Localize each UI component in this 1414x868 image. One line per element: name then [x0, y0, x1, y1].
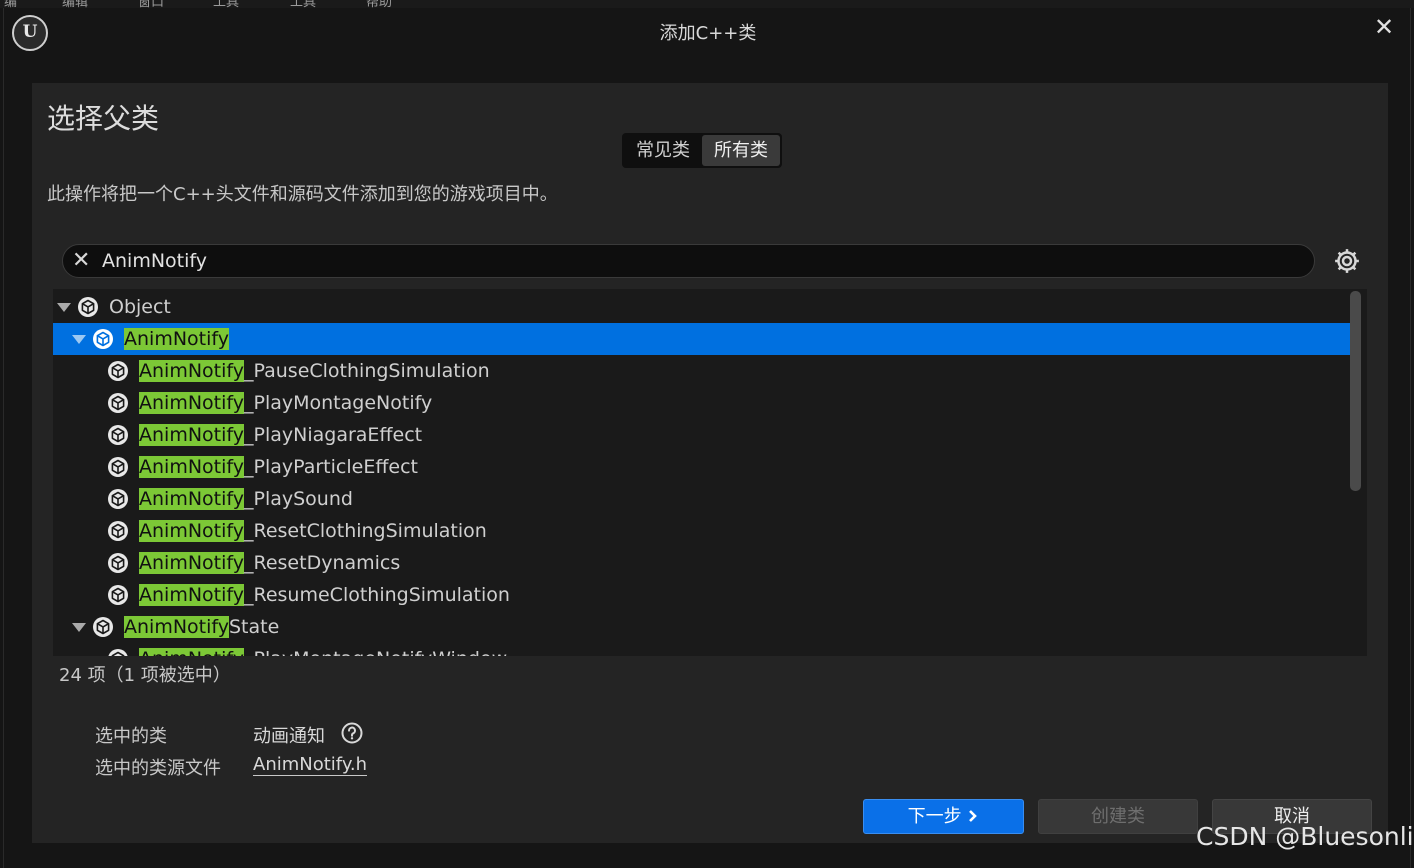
tree-row[interactable]: AnimNotify_PauseClothingSimulation [53, 355, 1350, 387]
class-name-suffix: _PlayParticleEffect [244, 456, 419, 478]
class-name-suffix: State [229, 616, 280, 638]
tree-row[interactable]: AnimNotify_ResumeClothingSimulation [53, 579, 1350, 611]
tree-row[interactable]: AnimNotify_PlaySound [53, 483, 1350, 515]
class-cube-icon [107, 360, 129, 382]
tree-row[interactable]: AnimNotify_ResetDynamics [53, 547, 1350, 579]
class-name-suffix: _PlayNiagaraEffect [244, 424, 423, 446]
description-text: 此操作将把一个C++头文件和源码文件添加到您的游戏项目中。 [47, 184, 558, 205]
class-cube-icon [92, 616, 114, 638]
search-match-highlight: AnimNotify [139, 360, 244, 382]
menu-item[interactable]: 编辑 [62, 0, 88, 8]
add-cpp-class-window: U 添加C++类 ✕ 选择父类 常见类 所有类 此操作将把一个C++头文件和源码… [3, 8, 1411, 868]
class-cube-icon [107, 424, 129, 446]
selected-file-value: AnimNotify.h [253, 754, 368, 776]
class-search-box: ✕ [62, 244, 1315, 278]
window-title: 添加C++类 [659, 23, 757, 44]
expand-arrow-icon[interactable] [57, 303, 71, 312]
selected-class-value: 动画通知 [253, 726, 325, 747]
source-file-link[interactable]: AnimNotify.h [253, 754, 368, 776]
search-match-highlight: AnimNotify [124, 616, 229, 638]
class-cube-icon [107, 488, 129, 510]
tree-row-label: AnimNotify_PlayMontageNotifyWindow [139, 643, 507, 656]
class-cube-icon [107, 584, 129, 606]
item-count: 24 项（1 项被选中） [59, 665, 231, 686]
class-name-suffix: Object [109, 296, 171, 318]
next-button[interactable]: 下一步 [863, 799, 1024, 834]
top-menu-strip: 编 编辑 窗口 工具 工具 帮助 [0, 0, 1414, 8]
tab-all-classes[interactable]: 所有类 [702, 135, 780, 166]
chevron-right-icon [969, 810, 978, 822]
tree-row-label: AnimNotify_PauseClothingSimulation [139, 355, 490, 387]
tree-row[interactable]: AnimNotify_PlayParticleEffect [53, 451, 1350, 483]
search-input[interactable] [102, 248, 1302, 274]
search-match-highlight: AnimNotify [124, 328, 229, 350]
selected-file-label: 选中的类源文件 [95, 758, 221, 779]
class-cube-icon [107, 520, 129, 542]
expand-arrow-icon[interactable] [72, 335, 86, 344]
class-name-suffix: _PauseClothingSimulation [244, 360, 490, 382]
create-class-button[interactable]: 创建类 [1038, 799, 1198, 834]
class-cube-icon [107, 648, 129, 656]
page-title: 选择父类 [47, 102, 160, 135]
selected-class-label: 选中的类 [95, 726, 167, 747]
class-cube-icon [107, 392, 129, 414]
tree-row[interactable]: AnimNotify_PlayMontageNotifyWindow [53, 643, 1350, 656]
choose-parent-panel: 选择父类 常见类 所有类 此操作将把一个C++头文件和源码文件添加到您的游戏项目… [32, 83, 1388, 843]
menu-item[interactable]: 工具 [213, 0, 239, 8]
tab-common-classes[interactable]: 常见类 [624, 135, 702, 166]
search-match-highlight: AnimNotify [139, 584, 244, 606]
class-name-suffix: _PlayMontageNotify [244, 392, 433, 414]
search-match-highlight: AnimNotify [139, 488, 244, 510]
class-filter-tabs: 常见类 所有类 [622, 133, 782, 168]
expand-arrow-icon[interactable] [72, 623, 86, 632]
tree-row[interactable]: Object [53, 291, 1350, 323]
tree-row-label: AnimNotify_PlayParticleEffect [139, 451, 418, 483]
class-tree: AnimNotify_PlayMontageNotifyWindowAnimNo… [53, 289, 1367, 656]
class-name-suffix: _ResetDynamics [244, 552, 401, 574]
class-cube-icon [92, 328, 114, 350]
help-icon[interactable] [341, 722, 363, 744]
search-match-highlight: AnimNotify [139, 552, 244, 574]
clear-search-icon[interactable]: ✕ [72, 248, 90, 274]
menu-item[interactable]: 编 [4, 0, 17, 8]
next-button-label: 下一步 [907, 806, 962, 827]
class-cube-icon [107, 552, 129, 574]
watermark-text: CSDN @Bluesonli [1196, 822, 1414, 851]
menu-item[interactable]: 工具 [290, 0, 316, 8]
menu-item[interactable]: 窗口 [138, 0, 164, 8]
class-cube-icon [107, 456, 129, 478]
tree-row[interactable]: AnimNotify [53, 323, 1350, 355]
tree-row[interactable]: AnimNotify_PlayMontageNotify [53, 387, 1350, 419]
tree-row-label: AnimNotify_PlayNiagaraEffect [139, 419, 422, 451]
class-name-suffix: _PlayMontageNotifyWindow [244, 648, 507, 656]
search-match-highlight: AnimNotify [139, 424, 244, 446]
gear-icon[interactable] [1332, 246, 1362, 276]
search-match-highlight: AnimNotify [139, 648, 244, 656]
tree-row-label: AnimNotify_PlaySound [139, 483, 353, 515]
class-name-suffix: _PlaySound [244, 488, 353, 510]
class-cube-icon [77, 296, 99, 318]
tree-row-label: AnimNotify [124, 323, 229, 355]
tree-row-label: AnimNotify_ResumeClothingSimulation [139, 579, 510, 611]
search-match-highlight: AnimNotify [139, 520, 244, 542]
close-icon[interactable]: ✕ [1369, 12, 1399, 42]
tree-row-label: AnimNotify_ResetDynamics [139, 547, 400, 579]
search-match-highlight: AnimNotify [139, 392, 244, 414]
tree-scrollbar[interactable] [1350, 291, 1361, 491]
class-name-suffix: _ResetClothingSimulation [244, 520, 487, 542]
tree-row-label: AnimNotifyState [124, 611, 279, 643]
tree-row-label: AnimNotify_PlayMontageNotify [139, 387, 432, 419]
menu-item[interactable]: 帮助 [366, 0, 392, 8]
tree-row[interactable]: AnimNotifyState [53, 611, 1350, 643]
tree-row-label: Object [109, 291, 171, 323]
tree-row-label: AnimNotify_ResetClothingSimulation [139, 515, 487, 547]
tree-row[interactable]: AnimNotify_PlayNiagaraEffect [53, 419, 1350, 451]
tree-row[interactable]: AnimNotify_ResetClothingSimulation [53, 515, 1350, 547]
search-match-highlight: AnimNotify [139, 456, 244, 478]
class-name-suffix: _ResumeClothingSimulation [244, 584, 510, 606]
